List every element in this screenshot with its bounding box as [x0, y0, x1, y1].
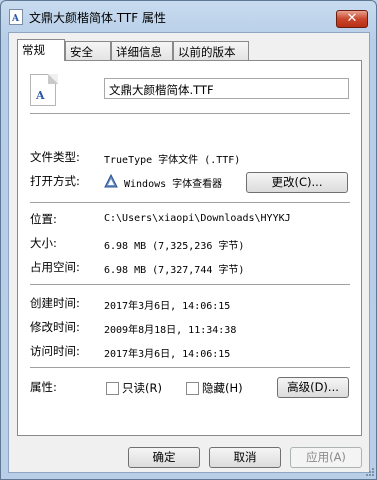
- properties-window: A 文鼎大颜楷简体.TTF 属性 ✕ 常规 安全 详细信息 以前的版本 A 文鼎…: [0, 0, 377, 480]
- size-on-disk-value: 6.98 MB (7,327,744 字节): [104, 265, 245, 276]
- general-tab-panel: A 文鼎大颜楷简体.TTF 文件类型: TrueType 字体文件 (.TTF)…: [17, 60, 362, 436]
- hidden-checkbox[interactable]: [186, 382, 199, 395]
- separator: [30, 113, 350, 114]
- attributes-label: 属性:: [30, 380, 57, 394]
- hidden-label[interactable]: 隐藏(H): [202, 380, 243, 396]
- window-title: 文鼎大颜楷简体.TTF 属性: [29, 11, 166, 25]
- tab-details[interactable]: 详细信息: [111, 41, 173, 60]
- resize-grip-icon[interactable]: [363, 467, 375, 479]
- size-label: 大小:: [30, 236, 57, 250]
- separator: [30, 284, 350, 285]
- tab-previous-versions[interactable]: 以前的版本: [173, 41, 249, 60]
- file-type-label: 文件类型:: [30, 150, 80, 164]
- dialog-body: 常规 安全 详细信息 以前的版本 A 文鼎大颜楷简体.TTF 文件类型: Tru…: [8, 32, 370, 473]
- created-label: 创建时间:: [30, 296, 80, 310]
- accessed-label: 访问时间:: [30, 344, 80, 358]
- size-value: 6.98 MB (7,325,236 字节): [104, 241, 245, 252]
- location-label: 位置:: [30, 212, 57, 226]
- file-name-field[interactable]: 文鼎大颜楷简体.TTF: [104, 78, 349, 99]
- font-file-icon: A: [9, 9, 23, 25]
- change-button[interactable]: 更改(C)...: [246, 172, 348, 193]
- ok-button[interactable]: 确定: [128, 447, 200, 468]
- title-bar[interactable]: A 文鼎大颜楷简体.TTF 属性 ✕: [1, 1, 376, 31]
- accessed-value: 2017年3月6日, 14:06:15: [104, 349, 231, 360]
- created-value: 2017年3月6日, 14:06:15: [104, 301, 231, 312]
- modified-value: 2009年8月18日, 11:34:38: [104, 325, 237, 336]
- font-viewer-icon: [104, 174, 118, 188]
- open-with-label: 打开方式:: [30, 174, 80, 188]
- size-on-disk-label: 占用空间:: [30, 260, 80, 274]
- location-value: C:\Users\xiaopi\Downloads\HYYKJ: [104, 213, 291, 224]
- font-file-icon: A: [30, 74, 58, 108]
- modified-label: 修改时间:: [30, 320, 80, 334]
- readonly-label[interactable]: 只读(R): [122, 380, 162, 396]
- close-button[interactable]: ✕: [336, 10, 368, 28]
- advanced-button[interactable]: 高级(D)...: [277, 377, 349, 398]
- tab-general[interactable]: 常规: [17, 39, 65, 61]
- cancel-button[interactable]: 取消: [209, 447, 281, 468]
- separator: [30, 202, 350, 203]
- file-type-value: TrueType 字体文件 (.TTF): [104, 155, 241, 166]
- readonly-checkbox[interactable]: [106, 382, 119, 395]
- apply-button[interactable]: 应用(A): [290, 447, 362, 468]
- separator: [30, 367, 350, 368]
- tab-security[interactable]: 安全: [65, 41, 111, 60]
- open-with-value: Windows 字体查看器: [124, 179, 223, 190]
